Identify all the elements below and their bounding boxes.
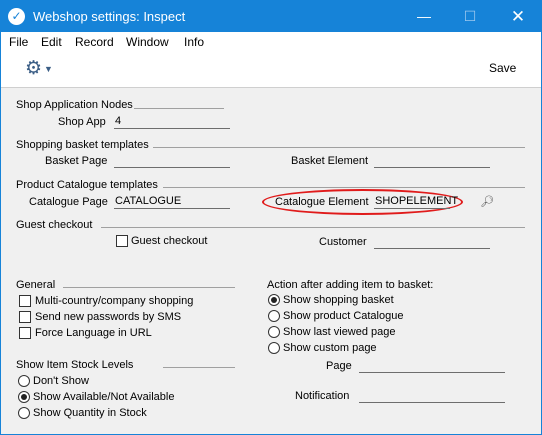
- shopping-basket-title: Shopping basket templates: [16, 139, 149, 151]
- send-passwords-sms-checkbox[interactable]: [19, 311, 31, 323]
- close-button[interactable]: ✕: [495, 1, 541, 32]
- section-divider: [134, 108, 224, 109]
- shop-app-field[interactable]: 4: [114, 115, 230, 129]
- show-available-label: Show Available/Not Available: [33, 391, 175, 403]
- basket-page-field[interactable]: [114, 154, 230, 168]
- gear-icon[interactable]: ⚙: [25, 57, 42, 80]
- notification-field[interactable]: [359, 389, 505, 403]
- send-passwords-sms-label: Send new passwords by SMS: [35, 311, 182, 323]
- catalogue-element-field[interactable]: SHOPELEMENT: [374, 195, 458, 209]
- page-label: Page: [326, 360, 352, 372]
- title-bar[interactable]: ✓ Webshop settings: Inspect — ☐ ✕: [1, 1, 541, 32]
- menu-file[interactable]: File: [9, 35, 28, 49]
- guest-checkout-title: Guest checkout: [16, 219, 93, 231]
- menu-info[interactable]: Info: [184, 35, 204, 49]
- radio-show-quantity[interactable]: [18, 407, 30, 419]
- catalogue-page-field[interactable]: CATALOGUE: [114, 195, 230, 209]
- webshop-settings-window: ✓ Webshop settings: Inspect — ☐ ✕ File E…: [0, 0, 542, 435]
- section-divider: [163, 187, 525, 188]
- customer-label: Customer: [319, 236, 367, 248]
- customer-field[interactable]: [374, 235, 490, 249]
- show-last-viewed-page-label: Show last viewed page: [283, 326, 396, 338]
- force-language-label: Force Language in URL: [35, 327, 152, 339]
- basket-element-label: Basket Element: [291, 155, 369, 167]
- app-logo-icon: ✓: [8, 8, 25, 25]
- basket-element-field[interactable]: [374, 154, 490, 168]
- chevron-down-icon[interactable]: ▼: [44, 64, 53, 74]
- radio-dont-show[interactable]: [18, 375, 30, 387]
- basket-page-label: Basket Page: [45, 155, 108, 167]
- shop-app-nodes-title: Shop Application Nodes: [16, 99, 133, 111]
- show-quantity-label: Show Quantity in Stock: [33, 407, 147, 419]
- show-custom-page-label: Show custom page: [283, 342, 377, 354]
- action-after-adding-title: Action after adding item to basket:: [267, 279, 434, 291]
- show-product-catalogue-label: Show product Catalogue: [283, 310, 404, 322]
- stock-levels-title: Show Item Stock Levels: [16, 359, 134, 371]
- save-button[interactable]: Save: [489, 61, 516, 75]
- notification-label: Notification: [295, 390, 350, 402]
- radio-show-product-catalogue[interactable]: [268, 310, 280, 322]
- menu-window[interactable]: Window: [126, 35, 169, 49]
- guest-checkout-label: Guest checkout: [131, 235, 208, 247]
- catalogue-element-label: Catalogue Element: [275, 196, 369, 208]
- show-shopping-basket-label: Show shopping basket: [283, 294, 394, 306]
- menu-edit[interactable]: Edit: [41, 35, 62, 49]
- general-title: General: [16, 279, 56, 291]
- dont-show-label: Don't Show: [33, 375, 89, 387]
- section-divider: [153, 147, 525, 148]
- radio-show-shopping-basket[interactable]: [268, 294, 280, 306]
- radio-show-available[interactable]: [18, 391, 30, 403]
- multi-country-checkbox[interactable]: [19, 295, 31, 307]
- section-divider: [63, 287, 235, 288]
- guest-checkout-checkbox[interactable]: [116, 235, 128, 247]
- section-divider: [163, 367, 235, 368]
- settings-form: Shop Application Nodes Shop App 4 Shoppi…: [1, 89, 541, 435]
- catalogue-page-label: Catalogue Page: [29, 196, 108, 208]
- menu-bar: File Edit Record Window Info: [1, 32, 541, 52]
- page-field[interactable]: [359, 359, 505, 373]
- radio-show-last-viewed-page[interactable]: [268, 326, 280, 338]
- lookup-icon[interactable]: 🔎︎: [480, 195, 494, 208]
- shop-app-label: Shop App: [58, 116, 106, 128]
- multi-country-label: Multi-country/company shopping: [35, 295, 194, 307]
- toolbar: ⚙ ▼ Save: [1, 52, 541, 88]
- section-divider: [101, 227, 525, 228]
- product-catalogue-title: Product Catalogue templates: [16, 179, 158, 191]
- window-title: Webshop settings: Inspect: [33, 9, 186, 24]
- minimize-button[interactable]: —: [401, 1, 447, 32]
- radio-show-custom-page[interactable]: [268, 342, 280, 354]
- force-language-checkbox[interactable]: [19, 327, 31, 339]
- menu-record[interactable]: Record: [75, 35, 114, 49]
- maximize-button[interactable]: ☐: [447, 1, 493, 32]
